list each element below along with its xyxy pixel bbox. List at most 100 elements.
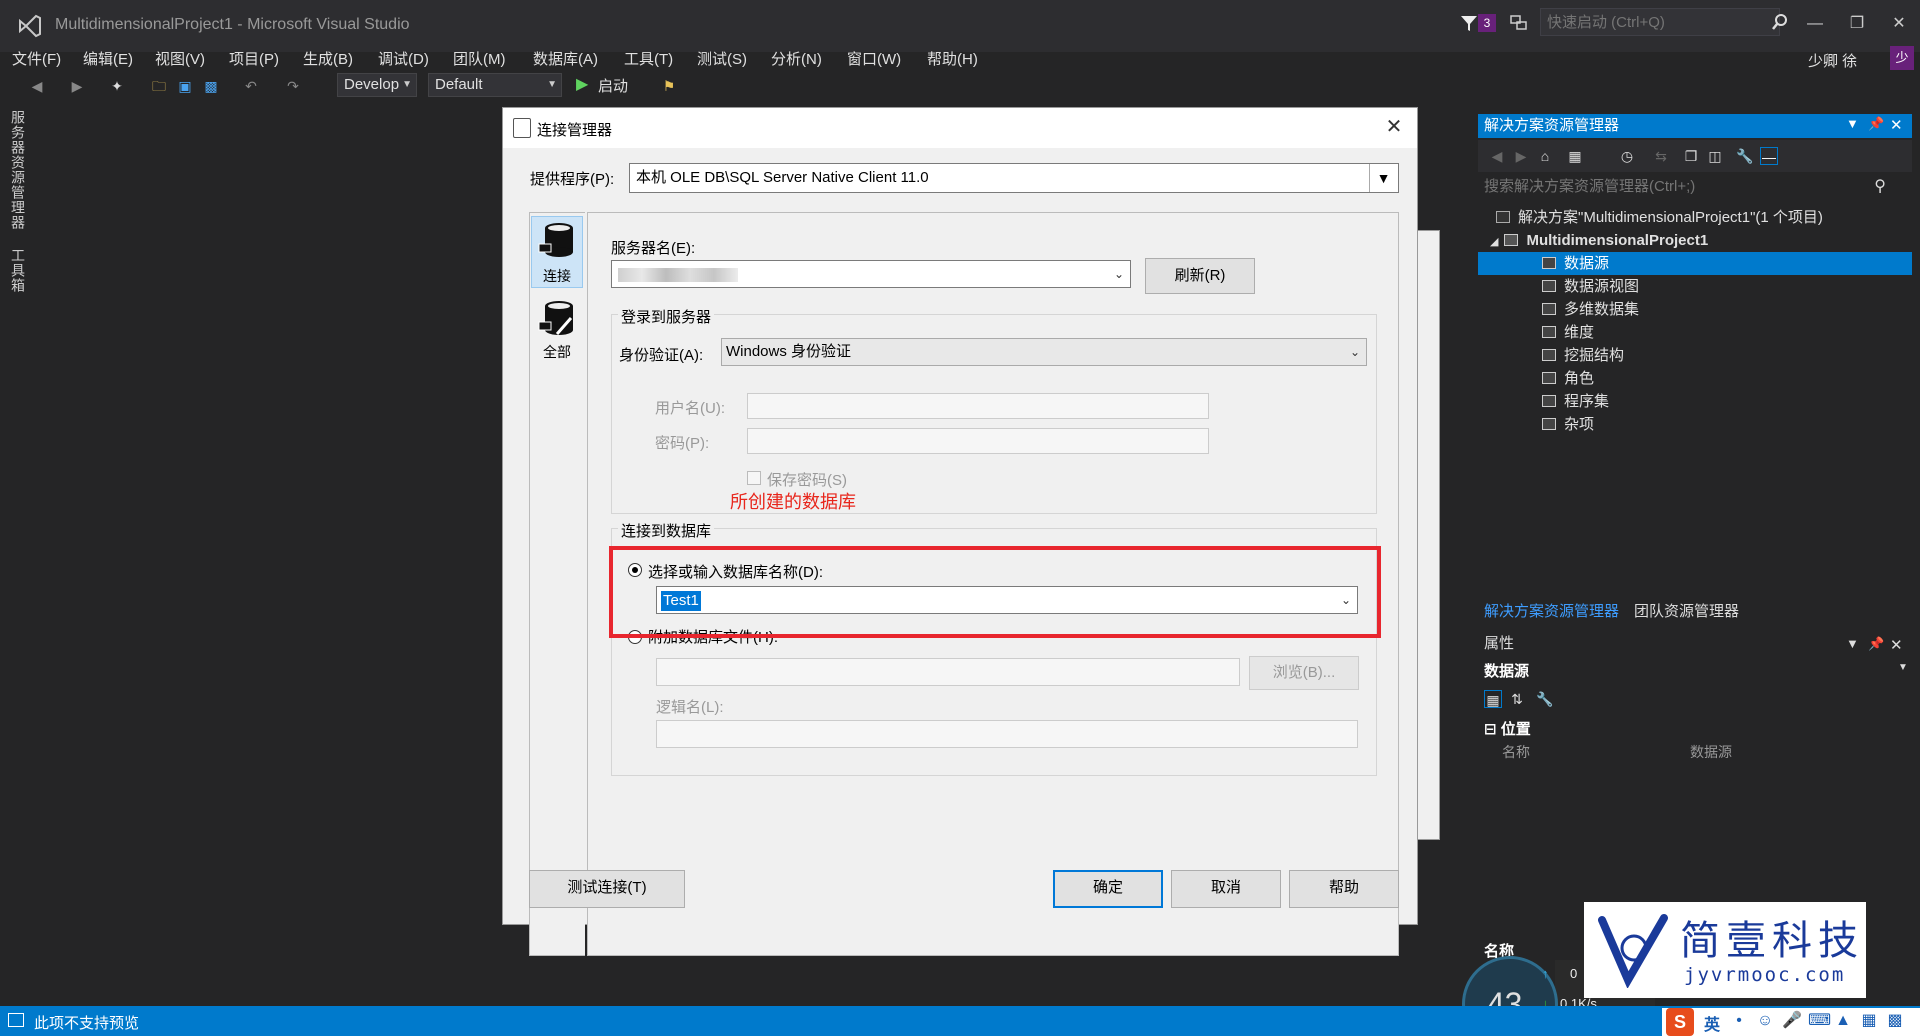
properties-object-name[interactable]: 数据源	[1484, 660, 1529, 681]
tree-item-assemblies[interactable]: 程序集	[1542, 390, 1609, 413]
skin-icon[interactable]: ▲	[1834, 1012, 1852, 1030]
microphone-icon[interactable]: 🎤	[1782, 1012, 1802, 1030]
tree-item-data-sources[interactable]: 数据源	[1478, 252, 1912, 275]
tab-solution-explorer[interactable]: 解决方案资源管理器	[1484, 600, 1619, 621]
feedback-icon[interactable]	[1508, 12, 1530, 34]
sync-icon[interactable]: ⇆	[1652, 147, 1670, 165]
tree-item-mining-structures[interactable]: 挖掘结构	[1542, 344, 1624, 367]
notification-flag-icon[interactable]	[1458, 12, 1480, 34]
save-icon[interactable]: ▣	[176, 77, 194, 95]
switch-view-icon[interactable]: ▦	[1566, 147, 1584, 165]
close-icon[interactable]: ✕	[1882, 10, 1916, 38]
alphabetical-icon[interactable]: ⇅	[1508, 690, 1526, 708]
collapse-all-icon[interactable]: ❐	[1682, 147, 1700, 165]
tree-item-roles[interactable]: 角色	[1542, 367, 1594, 390]
menu-database[interactable]: 数据库(A)	[533, 48, 598, 69]
settings-grid-icon[interactable]: ▩	[1886, 1012, 1904, 1030]
notification-count-badge[interactable]: 3	[1478, 14, 1496, 32]
forward-icon[interactable]: ▶	[1512, 147, 1530, 165]
menu-test[interactable]: 测试(S)	[697, 48, 747, 69]
username-input[interactable]	[747, 393, 1209, 419]
minimize-icon[interactable]: —	[1798, 10, 1832, 38]
home-icon[interactable]: ⌂	[1536, 147, 1554, 165]
sidebar-item-all-label[interactable]: 全部	[531, 342, 583, 362]
quick-launch-box[interactable]	[1540, 8, 1780, 36]
property-name-value[interactable]: 数据源	[1690, 742, 1732, 762]
back-icon[interactable]: ◀	[28, 77, 46, 95]
properties-category[interactable]: ⊟ 位置	[1484, 718, 1531, 739]
refresh-button[interactable]: 刷新(R)	[1145, 258, 1255, 294]
search-icon[interactable]	[1770, 12, 1790, 32]
solution-platform-select[interactable]: Default ▼	[428, 73, 562, 97]
restore-icon[interactable]: ❐	[1840, 10, 1874, 38]
menu-project[interactable]: 项目(P)	[229, 48, 279, 69]
test-connection-button[interactable]: 测试连接(T)	[529, 870, 685, 908]
undo-icon[interactable]: ↶	[242, 77, 260, 95]
categorized-icon[interactable]: ▦	[1484, 690, 1502, 708]
close-icon[interactable]: ✕	[1890, 116, 1903, 134]
save-password-checkbox[interactable]	[747, 471, 761, 485]
history-icon[interactable]: ◷	[1618, 147, 1636, 165]
menu-analyze[interactable]: 分析(N)	[771, 48, 822, 69]
tab-team-explorer[interactable]: 团队资源管理器	[1634, 600, 1739, 621]
menu-window[interactable]: 窗口(W)	[847, 48, 901, 69]
show-all-files-icon[interactable]: ◫	[1706, 147, 1724, 165]
toolbox-icon[interactable]: ▦	[1860, 1012, 1878, 1030]
tree-item-dimensions[interactable]: 维度	[1542, 321, 1594, 344]
chevron-down-icon[interactable]: ▼	[1846, 116, 1859, 131]
forward-icon[interactable]: ▶	[68, 77, 86, 95]
user-name[interactable]: 少卿 徐	[1808, 50, 1857, 71]
punctuation-icon[interactable]: •	[1730, 1012, 1748, 1030]
wrench-icon[interactable]: 🔧	[1736, 147, 1754, 165]
close-icon[interactable]: ✕	[1890, 636, 1903, 654]
chevron-down-icon[interactable]: ▼	[1846, 636, 1859, 651]
avatar[interactable]: 少	[1890, 46, 1914, 70]
attach-db-input[interactable]	[656, 658, 1240, 686]
menu-tools[interactable]: 工具(T)	[624, 48, 673, 69]
help-button[interactable]: 帮助	[1289, 870, 1399, 908]
search-icon[interactable]: ⚲	[1874, 176, 1886, 196]
menu-help[interactable]: 帮助(H)	[927, 48, 978, 69]
pin-icon[interactable]: 📌	[1868, 116, 1884, 132]
preview-icon[interactable]: —	[1760, 147, 1778, 165]
tree-item-misc[interactable]: 杂项	[1542, 413, 1594, 436]
server-explorer-tab[interactable]: 服务器资源管理器	[10, 110, 28, 230]
redo-icon[interactable]: ↷	[284, 77, 302, 95]
menu-build[interactable]: 生成(B)	[303, 48, 353, 69]
property-pages-icon[interactable]: 🔧	[1536, 690, 1554, 708]
tree-solution[interactable]: 解决方案"MultidimensionalProject1"(1 个项目)	[1496, 206, 1823, 229]
start-button[interactable]: 启动	[598, 75, 628, 96]
cancel-button[interactable]: 取消	[1171, 870, 1281, 908]
password-input[interactable]	[747, 428, 1209, 454]
close-icon[interactable]: ✕	[1383, 116, 1405, 138]
menu-view[interactable]: 视图(V)	[155, 48, 205, 69]
pin-icon[interactable]: 📌	[1868, 636, 1884, 652]
emoji-icon[interactable]: ☺	[1756, 1012, 1774, 1030]
ime-language-toggle[interactable]: 英	[1704, 1011, 1720, 1035]
solution-search-box[interactable]: ⚲	[1478, 174, 1912, 200]
tree-project[interactable]: ◢ MultidimensionalProject1	[1490, 229, 1708, 252]
auth-select[interactable]: Windows 身份验证 ⌄	[721, 338, 1367, 366]
menu-file[interactable]: 文件(F)	[12, 48, 61, 69]
logical-name-input[interactable]	[656, 720, 1358, 748]
attach-icon[interactable]: ⚑	[660, 77, 678, 95]
ok-button[interactable]: 确定	[1053, 870, 1163, 908]
tree-item-data-source-views[interactable]: 数据源视图	[1542, 275, 1639, 298]
menu-debug[interactable]: 调试(D)	[378, 48, 429, 69]
expand-triangle-icon[interactable]: ◢	[1490, 236, 1498, 248]
browse-button[interactable]: 浏览(B)...	[1249, 656, 1359, 690]
server-name-select[interactable]: ⌄	[611, 260, 1131, 288]
open-folder-icon[interactable]: 🗀	[150, 77, 168, 95]
chevron-down-icon[interactable]: ▼	[1898, 662, 1908, 673]
keyboard-icon[interactable]: ⌨	[1808, 1012, 1831, 1030]
chevron-down-icon[interactable]: ▼	[1369, 164, 1397, 192]
menu-team[interactable]: 团队(M)	[453, 48, 506, 69]
database-wrench-icon[interactable]	[537, 298, 577, 338]
tree-item-cubes[interactable]: 多维数据集	[1542, 298, 1639, 321]
toolbox-tab[interactable]: 工具箱	[10, 248, 28, 293]
new-project-icon[interactable]: ✦	[108, 77, 126, 95]
provider-select[interactable]: 本机 OLE DB\SQL Server Native Client 11.0	[629, 163, 1399, 193]
sogou-logo-icon[interactable]: S	[1666, 1008, 1694, 1036]
menu-edit[interactable]: 编辑(E)	[83, 48, 133, 69]
back-icon[interactable]: ◀	[1488, 147, 1506, 165]
